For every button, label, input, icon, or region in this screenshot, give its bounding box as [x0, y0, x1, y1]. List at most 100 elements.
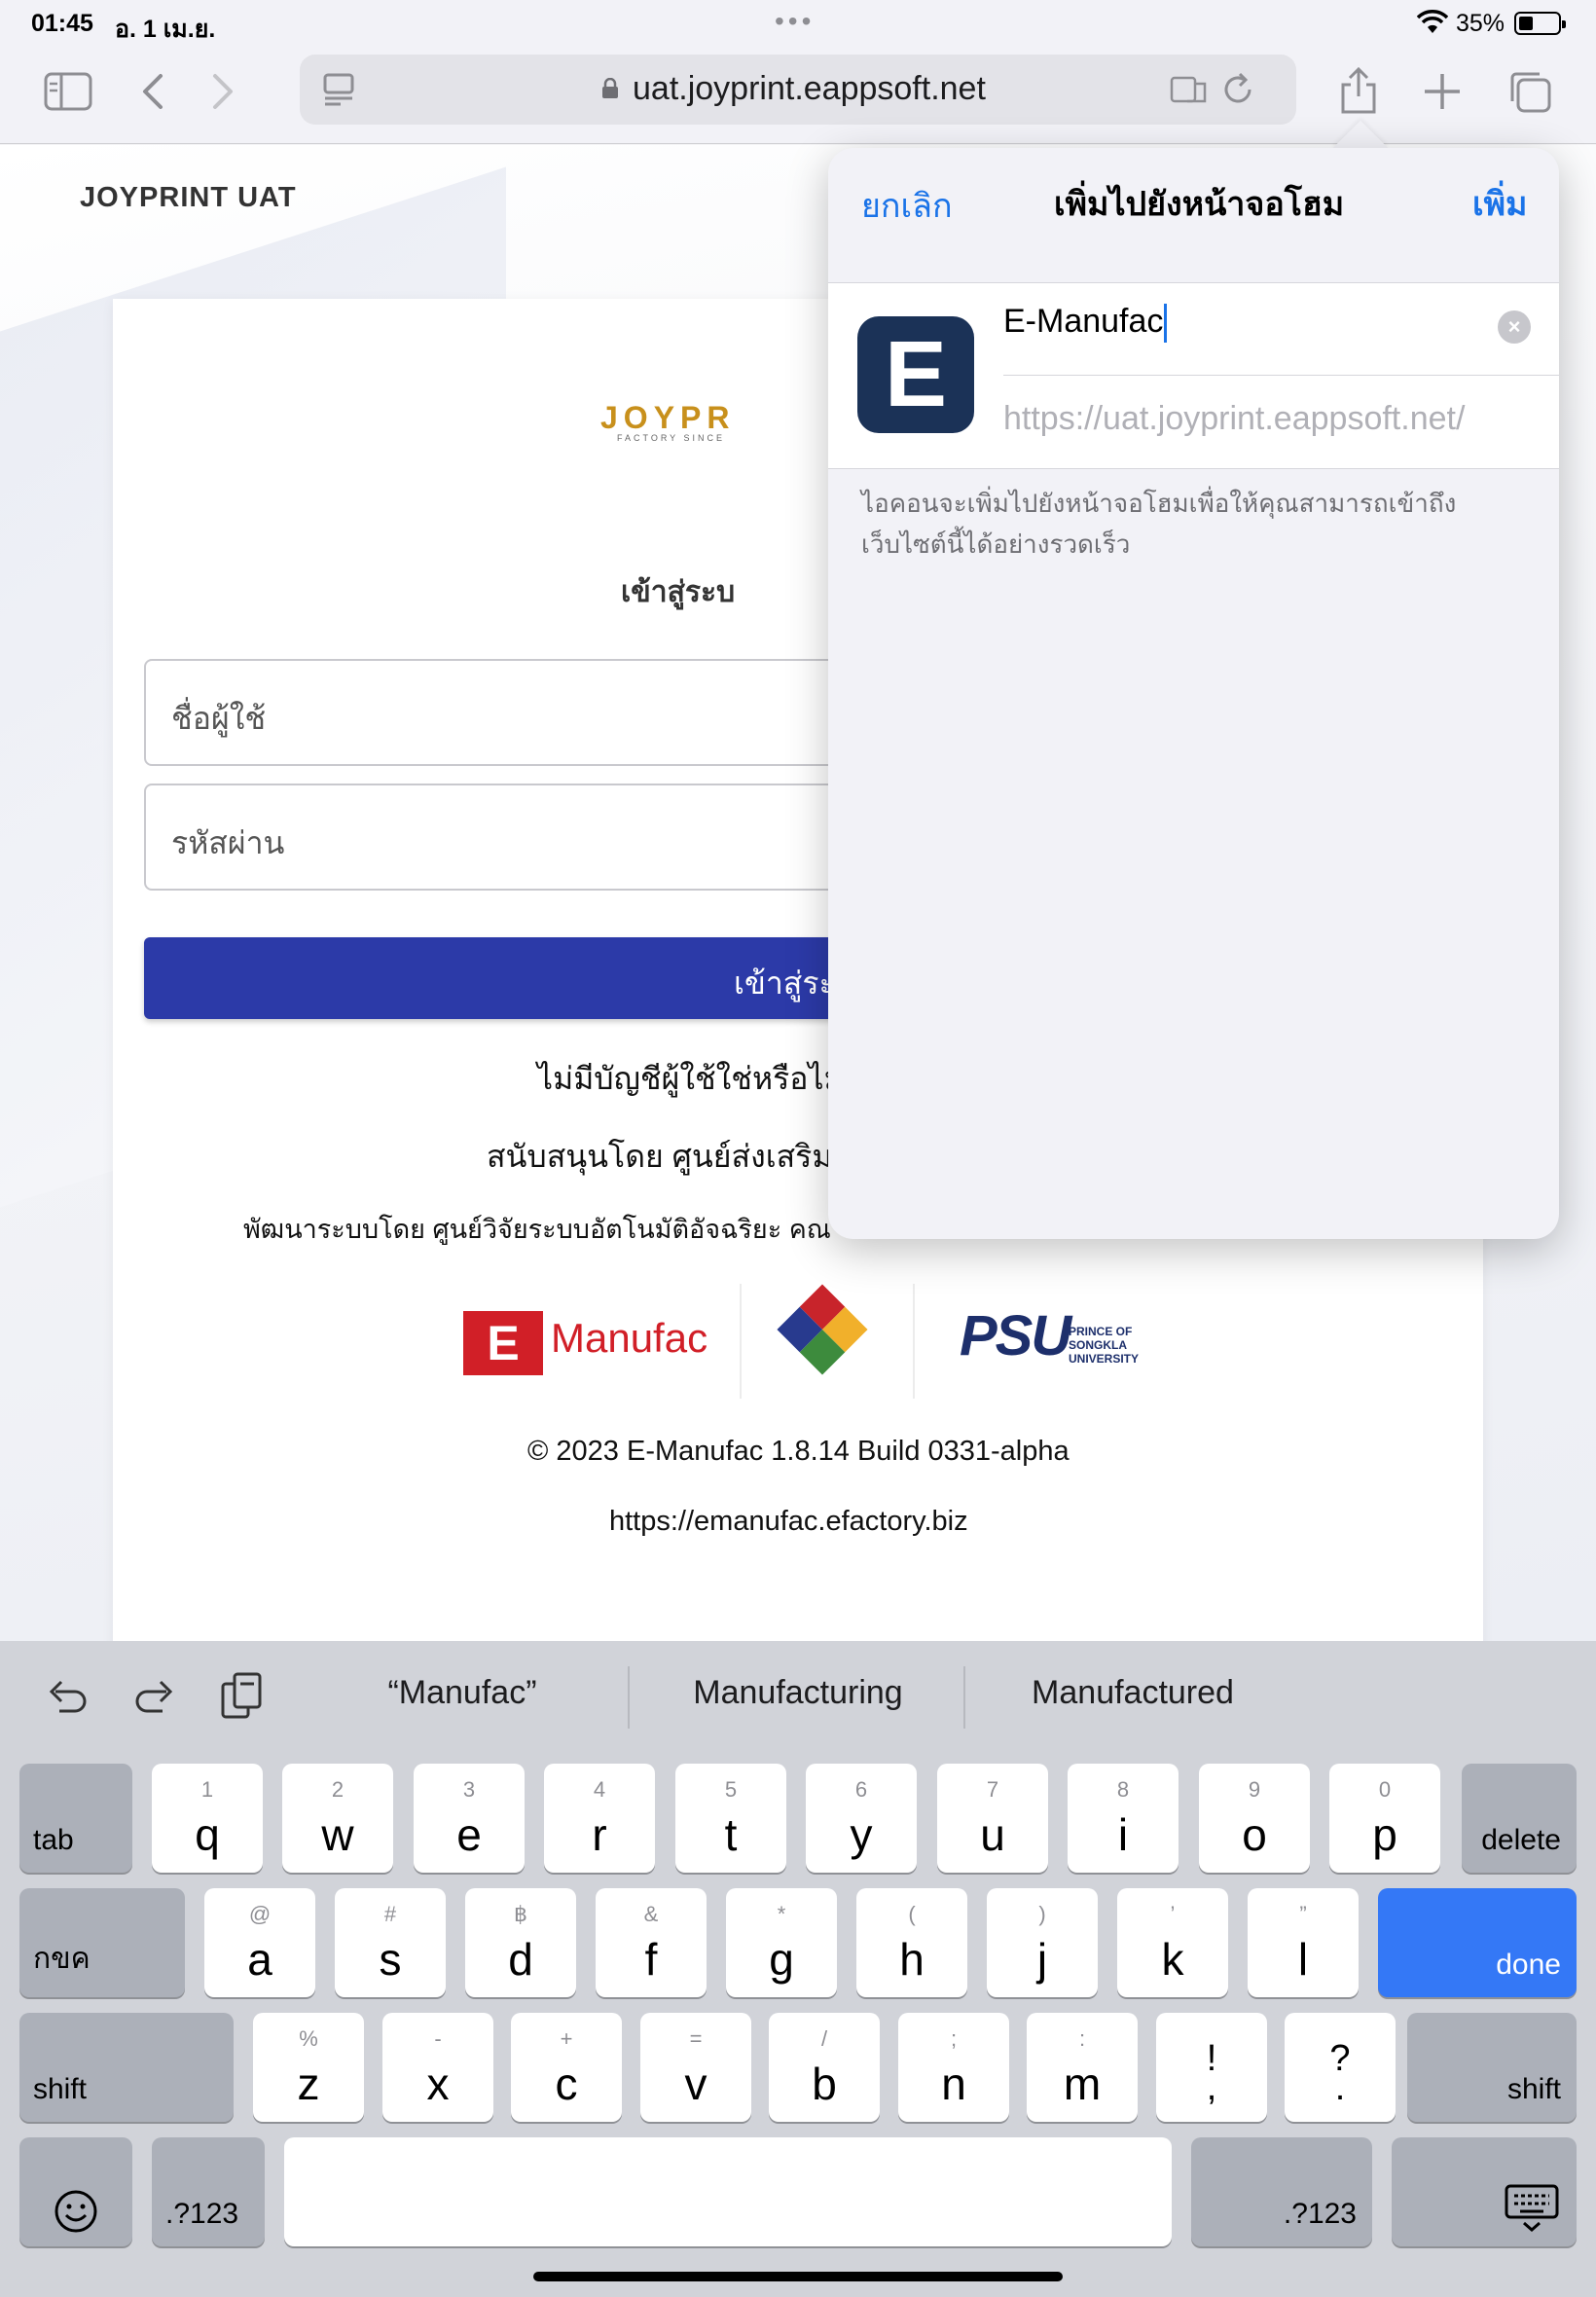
reload-icon[interactable]	[1218, 70, 1257, 109]
key-sub: 9	[1248, 1777, 1261, 1802]
multitasking-dots-icon[interactable]: •••	[775, 6, 815, 37]
key-i[interactable]: 8i	[1068, 1764, 1179, 1873]
key-period[interactable]: ?.	[1285, 2013, 1396, 2122]
key-m[interactable]: :m	[1027, 2013, 1138, 2122]
key-sub: )	[1038, 1902, 1046, 1926]
home-indicator[interactable]	[533, 2272, 1063, 2281]
logo-divider	[740, 1284, 742, 1399]
share-icon[interactable]	[1331, 64, 1386, 119]
suggestion-divider	[628, 1666, 630, 1729]
key-sub: 7	[986, 1777, 999, 1802]
key-label: .	[1334, 2067, 1346, 2108]
sidebar-icon[interactable]	[41, 64, 95, 119]
bookmark-details: E E-Manufac × https://uat.joyprint.eapps…	[828, 282, 1559, 469]
key-sub: -	[434, 2026, 442, 2051]
forward-icon[interactable]	[197, 64, 251, 119]
key-label: h	[899, 1934, 925, 1985]
key-k[interactable]: ’ k	[1117, 1888, 1228, 1997]
key-label: f	[644, 1934, 658, 1985]
url-field: https://uat.joyprint.eappsoft.net/	[1003, 400, 1466, 437]
tabs-overview-icon[interactable]	[1503, 64, 1557, 119]
page-menu-icon[interactable]	[319, 70, 358, 109]
clear-text-icon[interactable]: ×	[1498, 310, 1531, 344]
battery-percent: 35%	[1456, 10, 1505, 37]
username-placeholder: ชื่อผู้ใช้	[171, 701, 267, 736]
redo-icon[interactable]	[128, 1670, 179, 1721]
undo-icon[interactable]	[43, 1670, 93, 1721]
key-g[interactable]: * g	[726, 1888, 837, 1997]
name-input[interactable]: E-Manufac	[1003, 303, 1168, 344]
key-label: p	[1372, 1809, 1397, 1860]
shift-key-right[interactable]: shift	[1407, 2013, 1577, 2122]
key-s[interactable]: # s	[335, 1888, 446, 1997]
key-label: q	[195, 1809, 220, 1860]
key-x[interactable]: -x	[382, 2013, 493, 2122]
language-key[interactable]: กขค	[19, 1888, 185, 1997]
numbers-key-left[interactable]: .?123	[152, 2137, 265, 2246]
key-label: o	[1242, 1809, 1267, 1860]
status-bar: 01:45 อ. 1 เม.ย. ••• 35%	[0, 0, 1596, 47]
url-text: uat.joyprint.eappsoft.net	[633, 70, 986, 107]
translate-icon[interactable]	[1170, 70, 1209, 109]
key-label: g	[769, 1934, 794, 1985]
cancel-button[interactable]: ยกเลิก	[861, 179, 953, 232]
key-a[interactable]: @ a	[204, 1888, 315, 1997]
key-e[interactable]: 3e	[414, 1764, 525, 1873]
space-key[interactable]	[284, 2137, 1172, 2246]
key-n[interactable]: ; n	[898, 2013, 1009, 2122]
key-u[interactable]: 7u	[937, 1764, 1048, 1873]
delete-key[interactable]: delete	[1462, 1764, 1577, 1873]
key-sub: *	[777, 1902, 786, 1926]
suggestion-2[interactable]: Manufacturing	[652, 1674, 944, 1712]
tab-key[interactable]: tab	[19, 1764, 132, 1873]
popover-title: เพิ่มไปยังหน้าจอโฮม	[1054, 186, 1345, 223]
key-t[interactable]: 5t	[675, 1764, 786, 1873]
hide-keyboard-key[interactable]	[1392, 2137, 1577, 2246]
website-link[interactable]: https://emanufac.efactory.biz	[609, 1506, 968, 1538]
key-comma[interactable]: !,	[1156, 2013, 1267, 2122]
key-d[interactable]: ฿ d	[465, 1888, 576, 1997]
key-sub: 2	[331, 1777, 345, 1802]
key-w[interactable]: 2w	[282, 1764, 393, 1873]
key-l[interactable]: ” l	[1248, 1888, 1359, 1997]
numbers-key-right[interactable]: .?123	[1191, 2137, 1372, 2246]
supported-by-text: สนับสนุนโดย ศูนย์ส่งเสริม	[487, 1139, 833, 1174]
shift-key-left[interactable]: shift	[19, 2013, 234, 2122]
paste-icon[interactable]	[216, 1670, 267, 1721]
key-sub: 5	[724, 1777, 738, 1802]
key-h[interactable]: (h	[856, 1888, 967, 1997]
key-o[interactable]: 9o	[1199, 1764, 1310, 1873]
key-z[interactable]: % z	[253, 2013, 364, 2122]
address-bar[interactable]: uat.joyprint.eappsoft.net	[300, 55, 1296, 125]
no-account-link[interactable]: ไม่มีบัญชีผู้ใช้ใช่หรือไม่	[537, 1054, 845, 1104]
done-key[interactable]: done	[1378, 1888, 1577, 1997]
key-sub: :	[1078, 2026, 1086, 2051]
key-f[interactable]: & f	[596, 1888, 707, 1997]
key-sub: +	[560, 2026, 573, 2051]
done-key-label: done	[1496, 1949, 1561, 1981]
emoji-key[interactable]	[19, 2137, 132, 2246]
key-label: x	[426, 2059, 450, 2109]
suggestion-3[interactable]: Manufactured	[987, 1674, 1279, 1712]
new-tab-icon[interactable]	[1415, 64, 1469, 119]
shift-key-label: shift	[33, 2073, 88, 2105]
on-screen-keyboard: “Manufac” Manufacturing Manufactured tab…	[0, 1641, 1596, 2297]
wifi-icon	[1417, 10, 1448, 33]
numbers-key-label: .?123	[1283, 2198, 1357, 2230]
psu-logo: PSU	[960, 1304, 1071, 1367]
suggestion-1[interactable]: “Manufac”	[321, 1674, 603, 1712]
key-label: y	[850, 1809, 873, 1860]
password-placeholder: รหัสผ่าน	[171, 825, 285, 860]
key-j[interactable]: ) j	[987, 1888, 1098, 1997]
key-q[interactable]: 1q	[152, 1764, 263, 1873]
key-label: a	[247, 1934, 272, 1985]
key-r[interactable]: 4r	[544, 1764, 655, 1873]
key-c[interactable]: + c	[511, 2013, 622, 2122]
key-y[interactable]: 6y	[806, 1764, 917, 1873]
key-b[interactable]: / b	[769, 2013, 880, 2122]
back-icon[interactable]	[125, 64, 179, 119]
key-sub: ฿	[514, 1902, 527, 1926]
key-v[interactable]: = v	[640, 2013, 751, 2122]
key-p[interactable]: 0p	[1329, 1764, 1440, 1873]
add-button[interactable]: เพิ่ม	[1472, 177, 1527, 230]
